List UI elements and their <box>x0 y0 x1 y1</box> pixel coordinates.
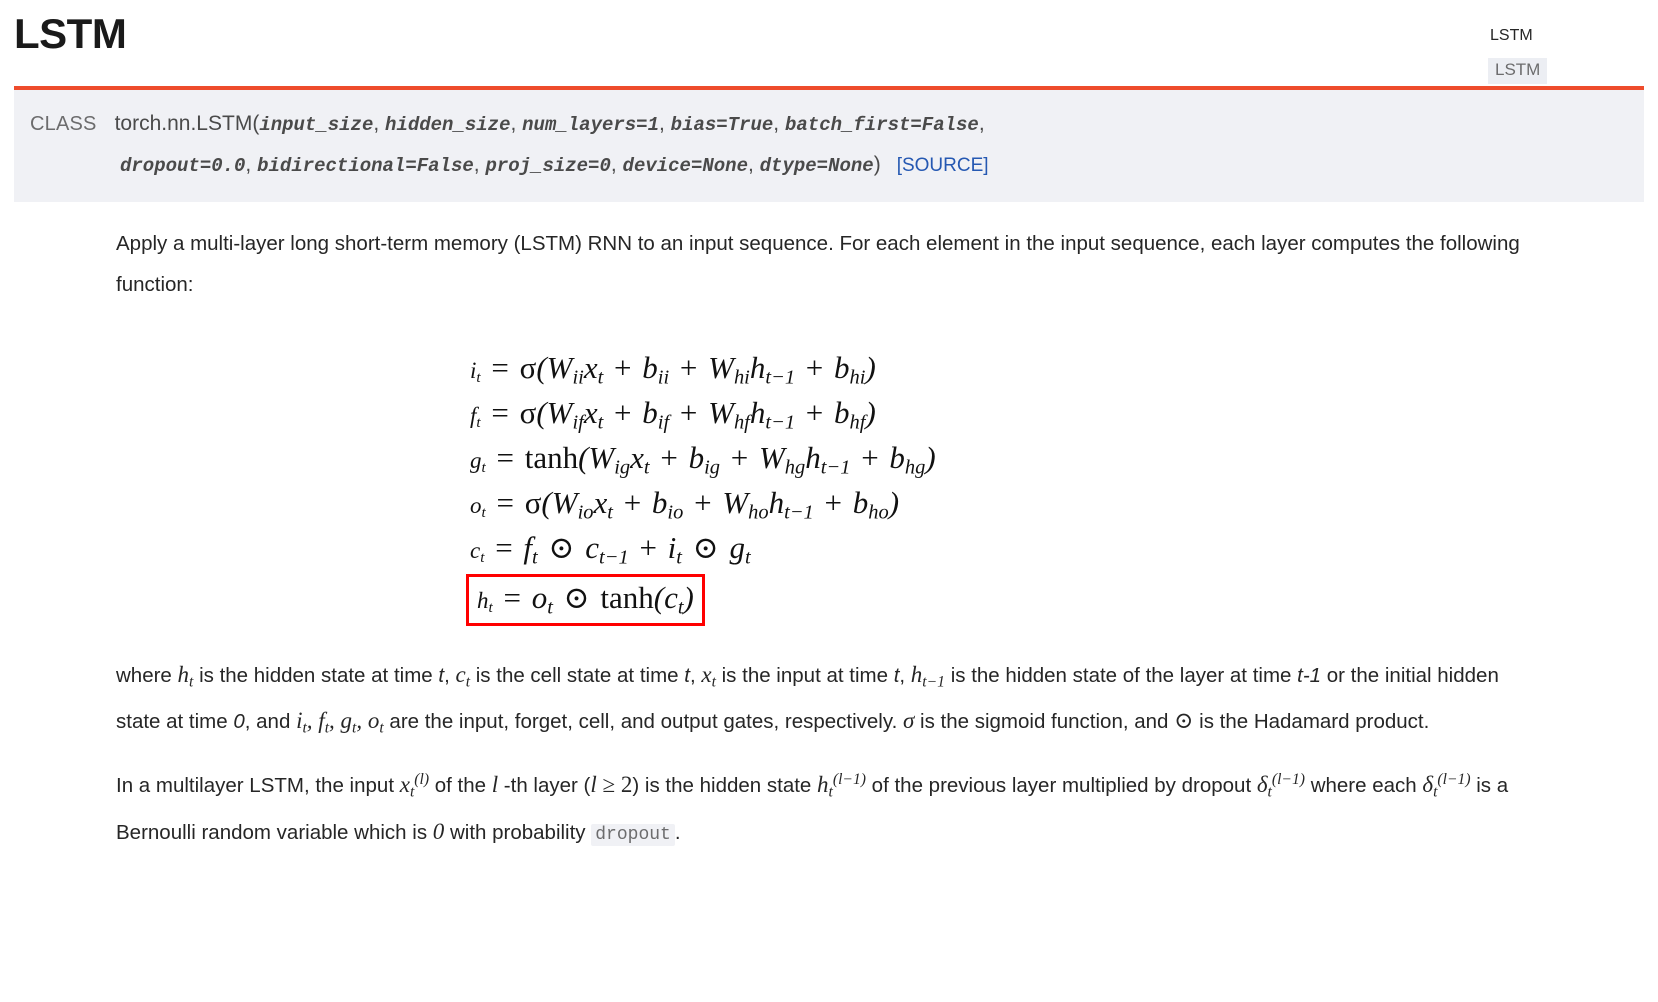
equation-output-gate: ot = σ(Wioxt + bio + Whoht−1 + bho) <box>470 485 900 524</box>
signature-line-1: CLASS torch.nn.LSTM(input_size, hidden_si… <box>14 104 1644 145</box>
math-gate-list: it, ft, gt, ot <box>296 708 384 737</box>
comma-7: , <box>473 153 480 177</box>
where-text-8: is the hidden state of the layer at time <box>945 663 1298 687</box>
inline-code-dropout: dropout <box>591 823 675 846</box>
comma-8: , <box>610 153 617 177</box>
where-text-10: , and <box>244 710 297 733</box>
multilayer-text-5: of the previous layer multiplied by drop… <box>865 774 1257 798</box>
math-l-geq-two: l ≥ 2 <box>590 772 633 798</box>
math-x-t: xt <box>701 661 716 691</box>
where-text-2: is the hidden state at time <box>193 663 439 687</box>
multilayer-text-8: with probability <box>444 820 592 844</box>
equation-hidden-state-highlighted: ht = ot ⊙ tanh(ct) <box>466 573 705 626</box>
comma-4: , <box>773 112 780 136</box>
math-h-t-superscript-l-minus-1: ht(l−1) <box>817 771 866 801</box>
math-zero-time: 0 <box>233 710 245 733</box>
multilayer-paragraph: In a multilayer LSTM, the input xt(l) of… <box>116 762 1538 854</box>
math-c-t: ct <box>455 661 471 691</box>
multilayer-text-2: of the <box>429 774 492 798</box>
param-dropout: dropout=0.0 <box>120 155 246 178</box>
math-delta-t-superscript-1: δt(l−1) <box>1256 771 1305 801</box>
where-paragraph: where ht is the hidden state at time t, … <box>116 652 1538 745</box>
class-signature-block: CLASS torch.nn.LSTM(input_size, hidden_si… <box>14 86 1644 203</box>
comma-3: , <box>658 112 665 136</box>
math-hadamard-symbol: ⊙ <box>1174 708 1194 733</box>
where-text-11: are the input, forget, cell, and output … <box>383 710 903 733</box>
param-device: device=None <box>622 155 748 178</box>
math-x-t-superscript-l: xt(l) <box>399 771 430 801</box>
equation-cell-state: ct = ft ⊙ ct−1 + it ⊙ gt <box>470 529 751 569</box>
comma-1: , <box>373 112 380 136</box>
documentation-body: Apply a multi-layer long short-term memo… <box>116 224 1538 854</box>
intro-paragraph: Apply a multi-layer long short-term memo… <box>116 232 1520 296</box>
source-link[interactable]: [SOURCE] <box>897 155 989 176</box>
where-text-13: is the Hadamard product. <box>1193 710 1430 733</box>
math-delta-t-superscript-2: δt(l−1) <box>1422 771 1471 801</box>
where-text-1: where <box>116 663 178 687</box>
math-h-t: ht <box>177 661 194 691</box>
class-qualified-name: torch.nn.LSTM <box>114 112 253 136</box>
equation-cell-gate: gt = tanh(Wigxt + big + Whght−1 + bhg) <box>470 440 936 479</box>
class-keyword: CLASS <box>30 113 97 136</box>
math-t-minus-1-label: t-1 <box>1297 663 1322 687</box>
where-text-3: , <box>444 663 456 687</box>
where-text-5: , <box>689 663 702 687</box>
comma-5: , <box>978 112 985 136</box>
comma-9: , <box>747 153 754 177</box>
param-dtype: dtype=None <box>759 155 874 178</box>
on-this-page-nav: LSTM LSTM <box>1466 22 1646 84</box>
where-text-6: is the input at time <box>715 663 894 687</box>
param-input-size: input_size <box>259 114 374 137</box>
where-text-12: is the sigmoid function, and <box>914 710 1175 733</box>
lstm-equations: it = σ(Wiixt + bii + Whiht−1 + bhi) ft =… <box>116 347 1538 626</box>
close-paren: ) <box>873 153 881 177</box>
equation-input-gate: it = σ(Wiixt + bii + Whiht−1 + bhi) <box>470 350 876 389</box>
param-batch-first: batch_first=False <box>784 114 979 137</box>
math-sigma: σ <box>902 708 915 733</box>
param-bidirectional: bidirectional=False <box>257 155 474 178</box>
comma-6: , <box>245 153 252 177</box>
toc-heading: LSTM <box>1490 27 1533 44</box>
param-num-layers: num_layers=1 <box>522 114 659 137</box>
comma-2: , <box>510 112 517 136</box>
signature-line-2: dropout=0.0, bidirectional=False, proj_s… <box>14 145 1644 186</box>
math-zero-prob: 0 <box>432 818 445 844</box>
page-title: LSTM <box>14 10 127 57</box>
param-bias: bias=True <box>670 114 774 137</box>
multilayer-text-4: ) is the hidden state <box>632 774 818 798</box>
multilayer-text-6: where each <box>1305 774 1423 798</box>
where-text-4: is the cell state at time <box>470 663 685 687</box>
multilayer-text-9: . <box>674 820 681 844</box>
toc-link-lstm[interactable]: LSTM <box>1488 58 1548 84</box>
equation-forget-gate: ft = σ(Wifxt + bif + Whfht−1 + bhf) <box>470 395 876 434</box>
multilayer-text-1: In a multilayer LSTM, the input <box>116 774 400 798</box>
math-h-t-minus-1: ht−1 <box>910 661 945 691</box>
multilayer-text-3: -th layer ( <box>498 774 591 798</box>
where-text-7: , <box>899 663 911 687</box>
param-hidden-size: hidden_size <box>385 114 511 137</box>
param-proj-size: proj_size=0 <box>485 155 611 178</box>
